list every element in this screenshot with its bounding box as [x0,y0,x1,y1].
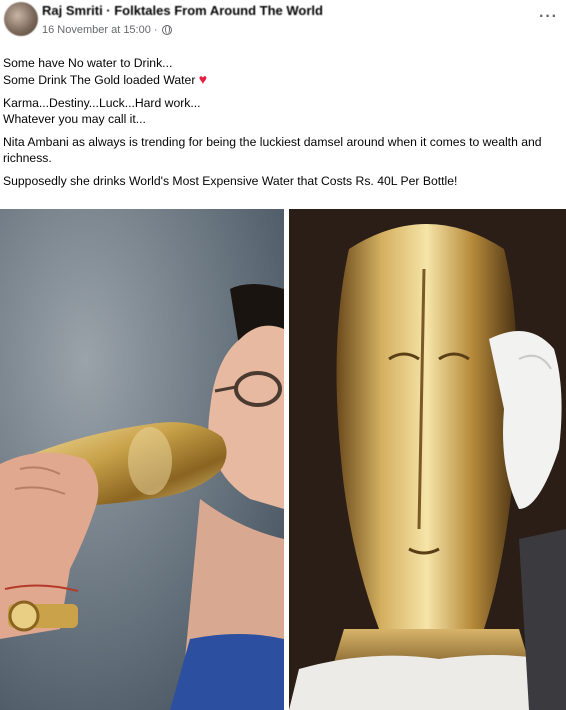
avatar[interactable] [4,2,38,36]
more-options-button[interactable]: ··· [539,8,558,26]
woman-drinking-illustration [0,209,284,710]
text-line: Some Drink The Gold loaded Water [3,73,196,87]
gold-bottle-illustration [289,209,566,710]
text-line: Whatever you may call it... [3,112,146,126]
text-line: Some have No water to Drink... [3,56,173,70]
post-paragraph: Karma...Destiny...Luck...Hard work... Wh… [3,95,563,127]
post-header: Raj Smriti · Folktales From Around The W… [0,0,566,44]
heart-icon: ♥ [198,71,208,87]
post-meta: 16 November at 15:00 · [42,24,172,36]
text-line: Nita Ambani as always is trending for be… [3,135,542,165]
text-line: Supposedly she drinks World's Most Expen… [3,174,458,188]
globe-icon [161,25,172,35]
post-paragraph: Supposedly she drinks World's Most Expen… [3,173,563,189]
text-line: Karma...Destiny...Luck...Hard work... [3,96,201,110]
post-paragraph: Some have No water to Drink... Some Drin… [3,55,563,88]
photo-woman-drinking[interactable] [0,209,284,710]
post-paragraph: Nita Ambani as always is trending for be… [3,134,563,166]
post-author[interactable]: Raj Smriti · Folktales From Around The W… [42,3,323,18]
photo-gold-bottle[interactable] [289,209,566,710]
post-text: Some have No water to Drink... Some Drin… [3,55,563,196]
post-timestamp[interactable]: 16 November at 15:00 · [42,24,158,36]
